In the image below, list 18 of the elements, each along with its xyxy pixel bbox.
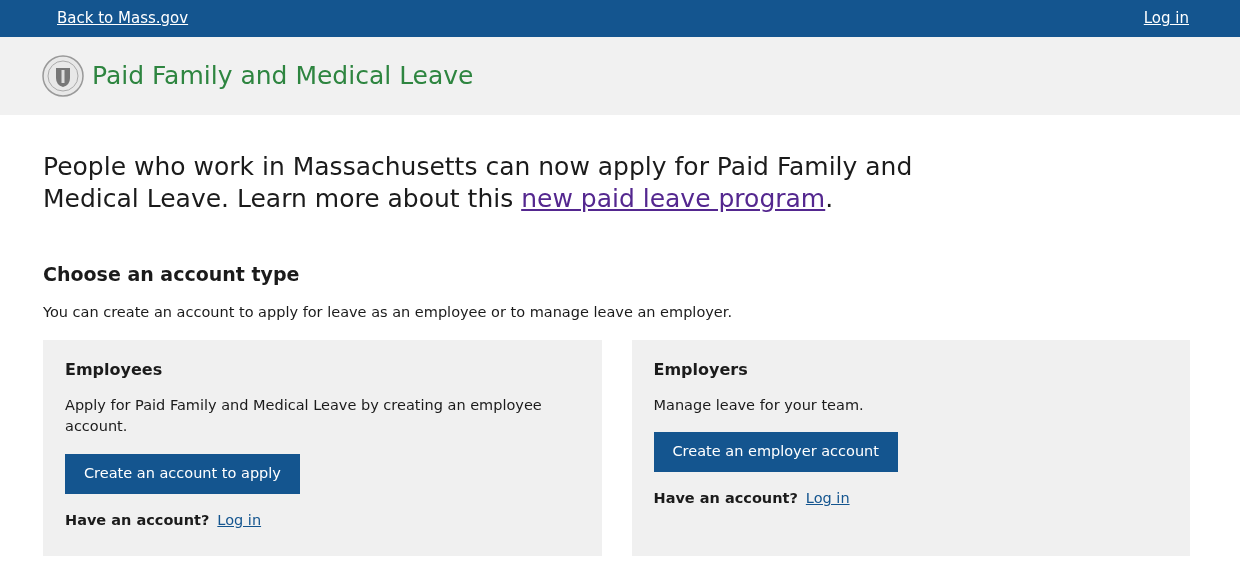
back-link[interactable]: Back to Mass.gov (57, 7, 189, 30)
section-heading: Choose an account type (43, 263, 301, 286)
program-link[interactable]: new paid leave program (521, 184, 826, 213)
account-prompt: Have an account? (653, 489, 798, 509)
card-text: Manage leave for your team. (653, 395, 865, 415)
section-description: You can create an account to apply for leave as an employee or to manage leave an employer. (43, 302, 733, 322)
login-link[interactable]: Log in (217, 510, 262, 532)
login-link[interactable]: Log in (805, 488, 850, 510)
create-account-button[interactable]: Create an account to apply (65, 454, 300, 494)
login-link[interactable]: Log in (1143, 7, 1189, 30)
intro-text: People who work in Massachusetts can now apply for Paid Family and Medical Leave. Learn more about this new paid leave program. (43, 151, 914, 215)
account-prompt: Have an account? (65, 511, 210, 530)
site-title: Paid Family and Medical Leave (92, 60, 474, 93)
card-text: Apply for Paid Family and Medical Leave by creating an employee account. (65, 395, 543, 437)
card-title: Employers (653, 359, 749, 379)
seal-icon (42, 55, 84, 97)
card-title: Employees (65, 359, 164, 379)
create-account-button[interactable]: Create an employer account (653, 432, 898, 473)
